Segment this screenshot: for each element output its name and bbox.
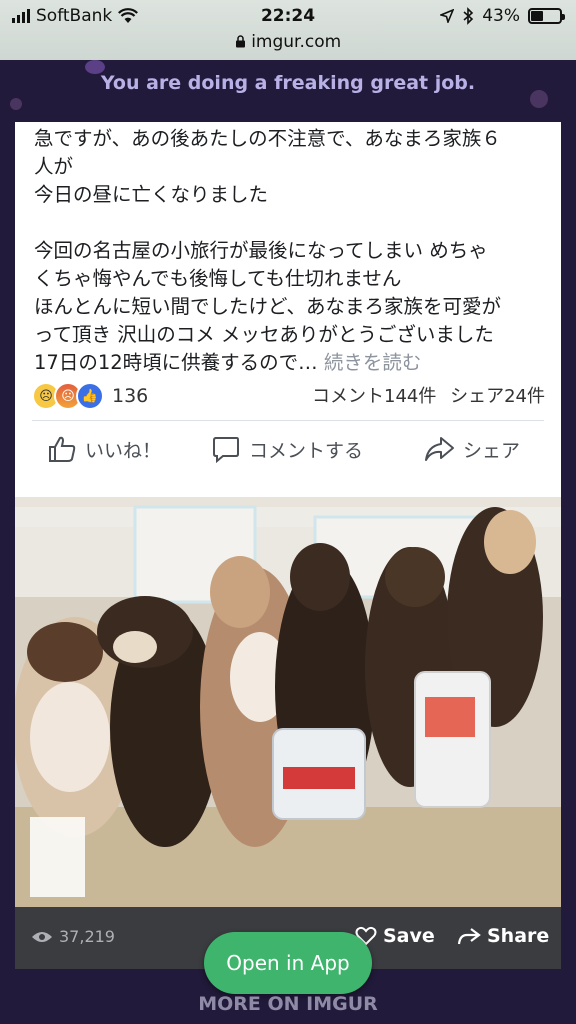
reaction-summary[interactable]: ☹ ☹ 👍 136 bbox=[32, 382, 148, 410]
post-line bbox=[34, 209, 554, 237]
share-icon bbox=[457, 928, 481, 945]
post-last-line: 17日の12時頃に供養するので… 続きを読む bbox=[34, 349, 554, 377]
puppies-photo bbox=[15, 497, 561, 907]
status-right: 43% bbox=[440, 6, 565, 26]
url-text: imgur.com bbox=[251, 32, 342, 52]
share-count[interactable]: シェア24件 bbox=[450, 386, 545, 407]
battery-percent: 43% bbox=[482, 6, 520, 26]
post-line: 人が bbox=[34, 155, 74, 178]
share-label: シェア bbox=[463, 439, 521, 462]
share-arrow-icon bbox=[425, 437, 454, 461]
post-line: 17日の12時頃に供養するので… bbox=[34, 351, 318, 374]
status-bar: SoftBank 22:24 43% imgur.com bbox=[0, 0, 576, 60]
url-bar[interactable]: imgur.com bbox=[0, 32, 576, 52]
save-label: Save bbox=[383, 925, 435, 947]
comment-label: コメントする bbox=[249, 439, 364, 462]
eye-icon bbox=[32, 931, 52, 942]
bluetooth-icon bbox=[463, 7, 474, 25]
thumbs-up-icon bbox=[49, 436, 76, 462]
post-actions: いいね！ コメントする シェア bbox=[15, 434, 561, 474]
location-arrow-icon bbox=[440, 9, 455, 23]
post-line: くちゃ悔やんでも後悔しても仕切れません bbox=[34, 267, 402, 290]
decor-dot bbox=[85, 60, 105, 74]
reaction-count: 136 bbox=[112, 385, 149, 407]
post-line: 急ですが、あの後あたしの不注意で、あなまろ家族６ bbox=[34, 127, 501, 150]
save-button[interactable]: Save bbox=[355, 925, 435, 947]
post-card: 急ですが、あの後あたしの不注意で、あなまろ家族６ 人が 今日の昼に亡くなりました… bbox=[15, 122, 561, 497]
like-button[interactable]: いいね！ bbox=[47, 434, 161, 464]
views-value: 37,219 bbox=[59, 927, 115, 946]
battery-icon bbox=[528, 8, 565, 24]
read-more-link[interactable]: 続きを読む bbox=[324, 351, 422, 374]
comment-button[interactable]: コメントする bbox=[211, 434, 363, 464]
post-line: 今回の名古屋の小旅行が最後になってしまい めちゃ bbox=[34, 239, 488, 262]
divider bbox=[32, 420, 544, 421]
post-photo bbox=[15, 497, 561, 907]
open-in-app-button[interactable]: Open in App bbox=[204, 932, 372, 994]
comment-count[interactable]: コメント144件 bbox=[312, 386, 436, 407]
share-label: Share bbox=[487, 925, 550, 947]
like-reaction-icon: 👍 bbox=[76, 382, 104, 410]
comment-bubble-icon bbox=[213, 437, 239, 464]
more-on-imgur-link[interactable]: MORE ON IMGUR bbox=[0, 993, 576, 1015]
share-button[interactable]: Share bbox=[457, 925, 549, 947]
lock-icon bbox=[235, 35, 245, 48]
decor-dot bbox=[10, 98, 22, 110]
post-text: 急ですが、あの後あたしの不注意で、あなまろ家族６ 人が 今日の昼に亡くなりました… bbox=[34, 125, 554, 377]
banner-text: You are doing a freaking great job. bbox=[100, 72, 476, 94]
post-stats: コメント144件 シェア24件 bbox=[312, 382, 545, 408]
post-line: って頂き 沢山のコメ メッセありがとうございました bbox=[34, 323, 494, 346]
motivation-banner: You are doing a freaking great job. bbox=[0, 60, 576, 110]
post-line: 今日の昼に亡くなりました bbox=[34, 183, 269, 206]
post-line: ほんとんに短い間でしたけど、あなまろ家族を可愛が bbox=[34, 295, 502, 318]
decor-dot bbox=[530, 90, 548, 108]
like-label: いいね！ bbox=[85, 439, 162, 462]
view-count: 37,219 bbox=[31, 927, 115, 946]
share-post-button[interactable]: シェア bbox=[423, 434, 520, 464]
